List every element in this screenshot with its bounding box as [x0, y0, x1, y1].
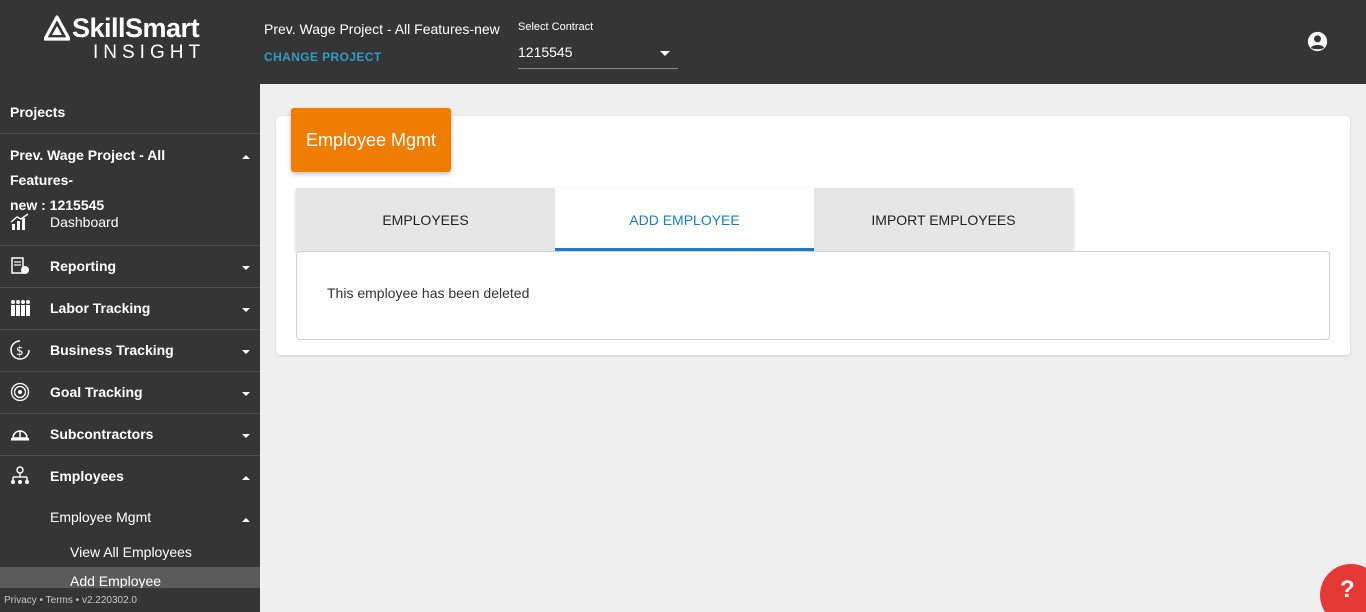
dropdown-caret-icon: [660, 51, 670, 56]
labor-tracking-icon: [11, 300, 30, 316]
status-message: This employee has been deleted: [327, 285, 530, 301]
tab-label: EMPLOYEES: [382, 211, 469, 228]
business-tracking-icon: $: [10, 340, 30, 360]
contract-select-value: 1215545: [518, 44, 573, 60]
sidebar-item-business-tracking[interactable]: $ Business Tracking: [0, 329, 260, 371]
sidebar-item-label: Dashboard: [50, 214, 119, 230]
tab-add-employee[interactable]: ADD EMPLOYEE: [555, 188, 814, 251]
chevron-down-icon: [242, 434, 250, 438]
sidebar-item-labor-tracking[interactable]: Labor Tracking: [0, 287, 260, 329]
help-question-icon: ?: [1340, 576, 1355, 603]
chevron-down-icon: [242, 266, 250, 270]
sidebar-project-line1: Prev. Wage Project - All Features-: [10, 147, 166, 188]
current-project-name: Prev. Wage Project - All Features-new: [264, 21, 500, 37]
logo-wordmark: SkillSmart: [72, 13, 200, 43]
sidebar-item-subcontractors[interactable]: Subcontractors: [0, 413, 260, 455]
tab-label: ADD EMPLOYEE: [629, 211, 740, 228]
user-account-icon[interactable]: [1307, 31, 1328, 52]
sidebar-subitem-employee-mgmt[interactable]: Employee Mgmt: [50, 509, 151, 525]
tab-label: IMPORT EMPLOYEES: [871, 211, 1016, 228]
reporting-icon: [11, 257, 29, 274]
sidebar-item-label: Business Tracking: [50, 342, 174, 358]
chevron-down-icon: [242, 350, 250, 354]
chevron-up-icon: [242, 518, 250, 522]
sidebar-item-dashboard[interactable]: Dashboard: [0, 201, 260, 243]
svg-text:$: $: [16, 344, 24, 358]
top-header: SkillSmart INSIGHT Prev. Wage Project - …: [0, 0, 1366, 84]
tab-import-employees[interactable]: IMPORT EMPLOYEES: [814, 188, 1073, 251]
card-title: Employee Mgmt: [291, 108, 451, 172]
sidebar-footer[interactable]: Privacy • Terms • v2.220302.0: [0, 588, 260, 612]
change-project-link[interactable]: CHANGE PROJECT: [264, 50, 382, 64]
sidebar-item-label: Reporting: [50, 258, 117, 274]
tab-employees[interactable]: EMPLOYEES: [296, 188, 555, 251]
help-button[interactable]: ?: [1320, 564, 1366, 612]
status-message-box: This employee has been deleted: [296, 251, 1330, 340]
employee-tabs: EMPLOYEES ADD EMPLOYEE IMPORT EMPLOYEES: [296, 188, 1073, 251]
divider: [0, 133, 260, 134]
sidebar-nav: Projects Prev. Wage Project - All Featur…: [0, 84, 260, 612]
chevron-down-icon: [242, 392, 250, 396]
chevron-down-icon: [242, 308, 250, 312]
dashboard-icon: [10, 213, 29, 230]
sidebar-item-label: Labor Tracking: [50, 300, 151, 316]
chevron-up-icon: [242, 155, 250, 159]
goal-tracking-icon: [10, 382, 30, 402]
sidebar-subitem-add-employee[interactable]: Add Employee: [70, 573, 161, 589]
sidebar-item-reporting[interactable]: Reporting: [0, 245, 260, 287]
logo-subtitle: INSIGHT: [93, 42, 206, 63]
sidebar-item-goal-tracking[interactable]: Goal Tracking: [0, 371, 260, 413]
sidebar-item-label: Subcontractors: [50, 426, 154, 442]
sidebar-projects-heading: Projects: [10, 104, 66, 120]
chevron-up-icon: [242, 476, 250, 480]
contract-select-label: Select Contract: [518, 21, 594, 33]
logo-triangle-icon: [44, 15, 70, 41]
org-chart-icon: [11, 466, 29, 484]
hardhat-icon: [11, 430, 29, 441]
sidebar-subitem-view-all-employees[interactable]: View All Employees: [70, 544, 192, 560]
sidebar-item-label: Goal Tracking: [50, 384, 143, 400]
contract-select[interactable]: 1215545: [518, 39, 678, 69]
sidebar-item-label: Employees: [50, 468, 124, 484]
sidebar-item-employees[interactable]: Employees: [0, 455, 260, 497]
skillsmart-logo[interactable]: SkillSmart INSIGHT: [44, 14, 224, 66]
